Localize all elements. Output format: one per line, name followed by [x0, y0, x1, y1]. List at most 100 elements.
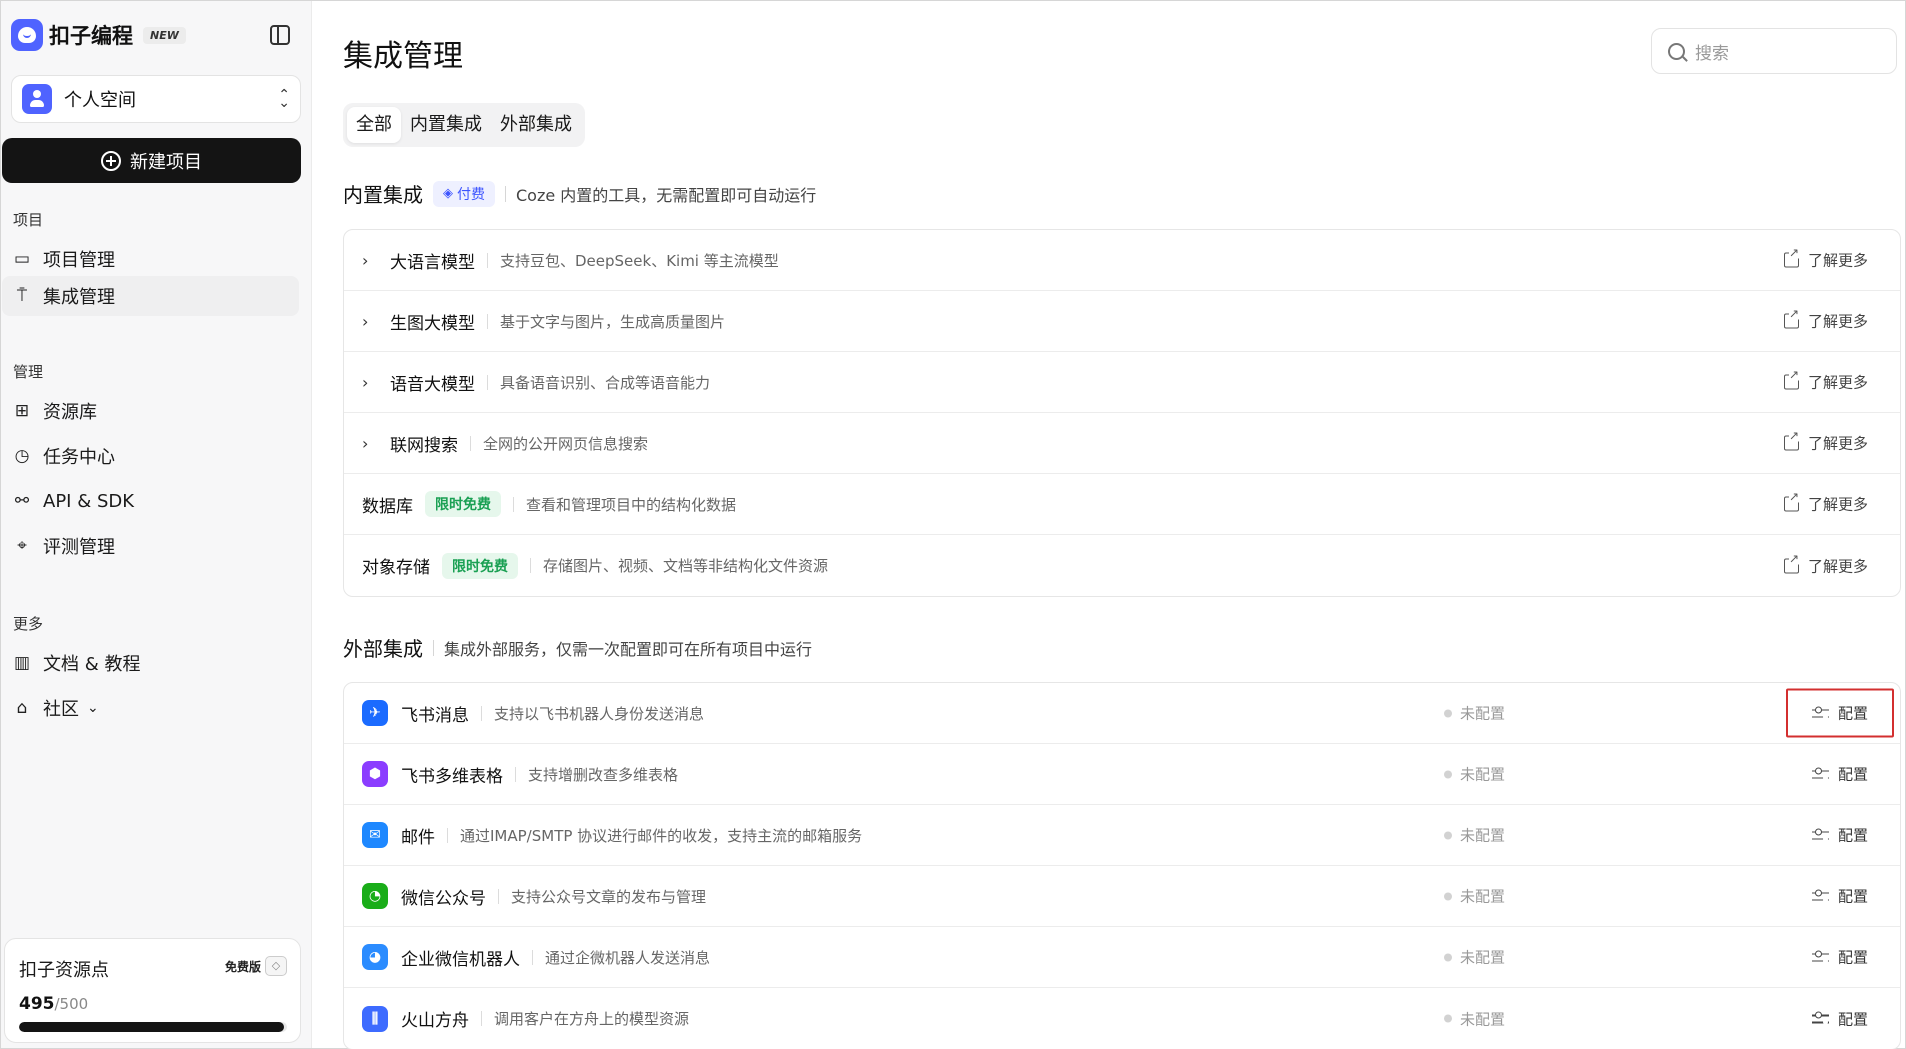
config-button[interactable]: 配置 [1811, 947, 1868, 968]
external-row[interactable]: ⬢ 飞书多维表格 支持增删改查多维表格 未配置 配置 [344, 744, 1900, 805]
space-switcher[interactable]: 个人空间 ⌃ ⌄ [11, 75, 301, 123]
sidebar-item-label: API & SDK [43, 490, 135, 512]
config-label: 配置 [1837, 948, 1868, 967]
external-section-title: 外部集成 [343, 637, 423, 661]
sidebar-item-resources[interactable]: ⊞ 资源库 [2, 391, 299, 431]
divider [513, 496, 514, 512]
brand[interactable]: 扣子编程 NEW [11, 18, 186, 52]
config-label: 配置 [1837, 765, 1868, 784]
main-content: 集成管理 搜索 全部 内置集成 外部集成 内置集成 ◈ 付费 Coze 内置的工具… [313, 1, 1905, 1049]
filter-tabs: 全部 内置集成 外部集成 [343, 103, 585, 147]
learn-more-label: 了解更多 [1807, 495, 1868, 514]
config-button[interactable]: 配置 [1811, 764, 1868, 785]
integration-desc: 支持增删改查多维表格 [528, 765, 679, 784]
sidebar-item-projects[interactable]: ▭ 项目管理 [2, 239, 299, 279]
external-row[interactable]: ◔ 微信公众号 支持公众号文章的发布与管理 未配置 配置 [344, 866, 1900, 927]
resource-points-card[interactable]: 扣子资源点 免费版 ◇ 495/500 [4, 938, 301, 1043]
learn-more-link[interactable]: 了解更多 [1783, 307, 1868, 332]
learn-more-link[interactable]: 了解更多 [1783, 368, 1868, 393]
section-title-more: 更多 [13, 615, 44, 633]
resource-title: 扣子资源点 [19, 960, 109, 981]
integration-name: 对象存储 [362, 558, 430, 578]
divider [487, 374, 488, 390]
status-not-configured: 未配置 [1444, 703, 1505, 724]
integration-name: 生图大模型 [390, 313, 475, 334]
plan-label: 免费版 [224, 959, 261, 974]
divider [515, 766, 516, 782]
resource-total: /500 [54, 995, 89, 1013]
config-button[interactable]: 配置 [1811, 825, 1868, 846]
api-icon: ⚯ [14, 491, 30, 511]
sidebar-item-docs[interactable]: ▥ 文档 & 教程 [2, 643, 299, 683]
builtin-row[interactable]: 对象存储限时免费 存储图片、视频、文档等非结构化文件资源 了解更多 [344, 535, 1900, 596]
tab-all[interactable]: 全部 [347, 107, 401, 143]
sliders-icon [1811, 767, 1829, 781]
sidebar-collapse-icon[interactable] [270, 25, 290, 45]
builtin-row[interactable]: 数据库限时免费 查看和管理项目中的结构化数据 了解更多 [344, 474, 1900, 535]
external-row[interactable]: ◕ 企业微信机器人 通过企微机器人发送消息 未配置 配置 [344, 927, 1900, 988]
external-link-icon [1783, 490, 1800, 512]
divider [505, 185, 506, 202]
learn-more-link[interactable]: 了解更多 [1783, 552, 1868, 576]
sliders-icon [1811, 828, 1829, 842]
divider [470, 435, 471, 451]
sidebar-item-community[interactable]: ⌂ 社区 ⌄ [2, 688, 299, 728]
sliders-icon [1811, 950, 1829, 964]
new-project-button[interactable]: 新建项目 [2, 138, 301, 183]
search-icon [1668, 42, 1685, 60]
builtin-row[interactable]: › 联网搜索 全网的公开网页信息搜索 了解更多 [344, 413, 1900, 474]
config-button[interactable]: 配置 [1811, 886, 1868, 907]
status-not-configured: 未配置 [1444, 947, 1505, 968]
wecom-icon: ◕ [362, 944, 388, 970]
alarm-clock-icon: ◷ [14, 446, 30, 466]
learn-more-label: 了解更多 [1807, 557, 1868, 575]
config-button[interactable]: 配置 [1786, 688, 1894, 738]
config-button[interactable]: 配置 [1811, 1008, 1868, 1029]
chevron-right-icon[interactable]: › [362, 373, 374, 392]
sidebar-item-evaluation[interactable]: ⌖ 评测管理 [2, 526, 299, 566]
volcano-ark-icon: ⫼ [362, 1005, 388, 1032]
free-tag: 限时免费 [442, 552, 518, 579]
learn-more-link[interactable]: 了解更多 [1783, 490, 1868, 515]
integration-desc: 支持公众号文章的发布与管理 [511, 887, 707, 906]
learn-more-link[interactable]: 了解更多 [1783, 429, 1868, 454]
chevron-right-icon[interactable]: › [362, 251, 374, 270]
external-row[interactable]: ✈ 飞书消息 支持以飞书机器人身份发送消息 未配置 配置 [344, 683, 1900, 744]
learn-more-link[interactable]: 了解更多 [1783, 246, 1868, 271]
builtin-row[interactable]: › 生图大模型 基于文字与图片，生成高质量图片 了解更多 [344, 291, 1900, 352]
wechat-icon: ◔ [362, 883, 388, 909]
external-row[interactable]: ⫼ 火山方舟 调用客户在方舟上的模型资源 未配置 配置 [344, 988, 1900, 1049]
store-icon: ⌂ [16, 698, 28, 718]
tab-builtin[interactable]: 内置集成 [401, 107, 491, 143]
tab-external[interactable]: 外部集成 [491, 107, 581, 143]
bitable-icon: ⬢ [362, 761, 388, 787]
external-link-icon [1783, 429, 1800, 451]
chevron-right-icon[interactable]: › [362, 434, 374, 453]
external-row[interactable]: ✉ 邮件 通过IMAP/SMTP 协议进行邮件的收发，支持主流的邮箱服务 未配置 配置 [344, 805, 1900, 866]
resource-progress-fill [19, 1022, 285, 1032]
status-label: 未配置 [1460, 948, 1506, 967]
external-link-icon [1783, 368, 1800, 390]
coze-logo-icon [11, 19, 43, 51]
learn-more-label: 了解更多 [1807, 312, 1868, 331]
status-label: 未配置 [1460, 704, 1506, 723]
divider [447, 827, 448, 843]
chevron-right-icon[interactable]: › [362, 312, 374, 331]
telescope-icon: ⌖ [17, 536, 27, 556]
sidebar-item-label: 文档 & 教程 [43, 654, 141, 675]
search-input[interactable]: 搜索 [1651, 28, 1897, 74]
builtin-row[interactable]: › 语音大模型 具备语音识别、合成等语音能力 了解更多 [344, 352, 1900, 413]
builtin-row[interactable]: › 大语言模型 支持豆包、DeepSeek、Kimi 等主流模型 了解更多 [344, 230, 1900, 291]
user-avatar-icon [22, 84, 52, 114]
integration-desc: 通过IMAP/SMTP 协议进行邮件的收发，支持主流的邮箱服务 [460, 826, 863, 845]
integration-desc: 调用客户在方舟上的模型资源 [494, 1010, 690, 1028]
status-label: 未配置 [1460, 765, 1506, 784]
sidebar-item-tasks[interactable]: ◷ 任务中心 [2, 436, 299, 476]
sidebar-item-integrations[interactable]: ⍑ 集成管理 [2, 276, 299, 316]
external-section-desc: 集成外部服务，仅需一次配置即可在所有项目中运行 [444, 639, 813, 659]
integration-icon: ⍑ [16, 286, 28, 306]
space-name: 个人空间 [64, 90, 136, 111]
sidebar-item-api-sdk[interactable]: ⚯ API & SDK [2, 481, 299, 521]
integration-desc: 全网的公开网页信息搜索 [483, 434, 649, 453]
status-not-configured: 未配置 [1444, 764, 1505, 785]
